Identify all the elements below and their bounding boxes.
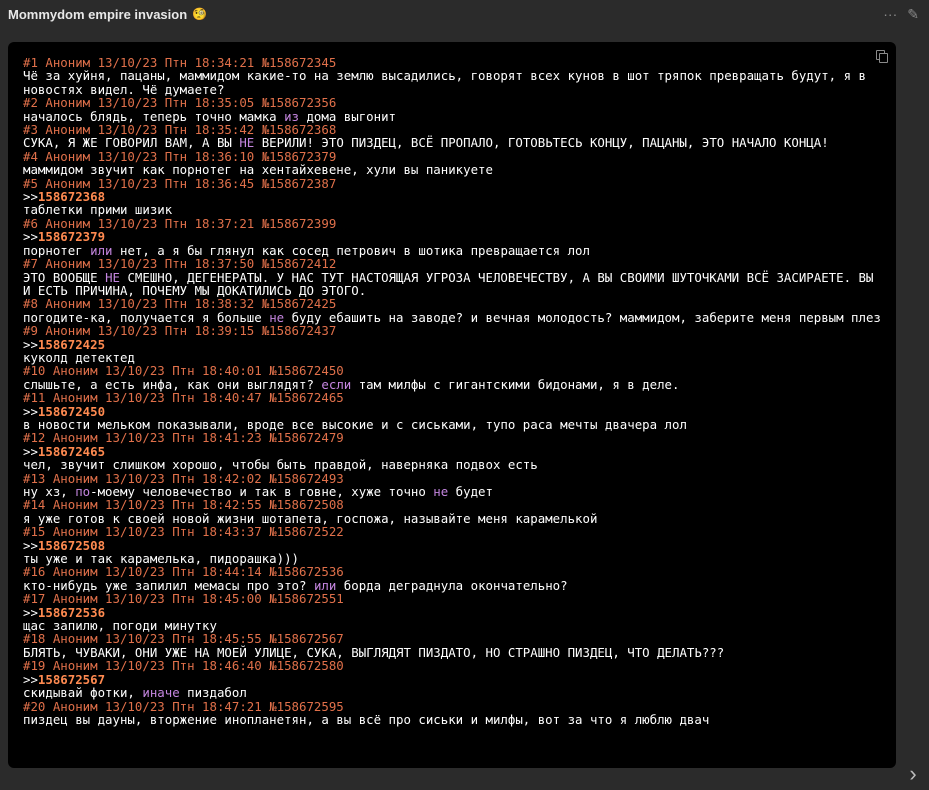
post-header-line: #13 Аноним 13/10/23 Птн 18:42:02 №158672…: [23, 470, 344, 486]
text-token: пиздабол: [179, 685, 247, 701]
edit-pencil-icon[interactable]: ✎: [907, 6, 919, 23]
text-token: там милфы с гигантскими бидонами, я в де…: [351, 376, 680, 392]
reply-link-line: >>158672450: [23, 404, 883, 418]
text-token: буду ебашить на заводе? и вечная молодос…: [284, 309, 881, 325]
more-options-icon[interactable]: ···: [883, 6, 897, 22]
post-text-line: чел, звучит слишком хорошо, чтобы быть п…: [23, 457, 538, 473]
keyword-token: не: [433, 484, 449, 499]
reply-link-line: >>158672425: [23, 337, 883, 351]
post-header-line: #14 Аноним 13/10/23 Птн 18:42:55 №158672…: [23, 497, 344, 513]
reply-link-line: >>158672567: [23, 672, 883, 686]
post-text-line: ты уже и так карамелька, пидорашка))): [23, 551, 300, 567]
post-text-line: порнотег или нет, а я бы глянул как сосе…: [23, 243, 883, 257]
reply-link-line: >>158672368: [23, 190, 883, 203]
post-text-line: пиздец вы дауны, вторжение инопланетян, …: [23, 711, 710, 727]
post-header-line: #9 Аноним 13/10/23 Птн 18:39:15 №1586724…: [23, 323, 337, 339]
post-text-line: маммидом звучит как порнотег на хентайхе…: [23, 162, 493, 178]
post-header-line: #10 Аноним 13/10/23 Птн 18:40:01 №158672…: [23, 363, 344, 379]
window-header: Mommydom empire invasion 🧐 ··· ✎: [0, 0, 929, 28]
chevron-right-icon[interactable]: ›: [903, 761, 923, 786]
post-text-line: ЭТО ВООБЩЕ НЕ СМЕШНО, ДЕГЕНЕРАТЫ. У НАС …: [23, 269, 883, 298]
post-text-line: погодите-ка, получается я больше не буду…: [23, 311, 883, 324]
post-header-line: #19 Аноним 13/10/23 Птн 18:46:40 №158672…: [23, 658, 344, 674]
post-header-line: #17 Аноним 13/10/23 Птн 18:45:00 №158672…: [23, 591, 344, 607]
post-text-line: СУКА, Я ЖЕ ГОВОРИЛ ВАМ, А ВЫ НЕ ВЕРИЛИ! …: [23, 136, 883, 149]
text-token: будет: [448, 484, 493, 499]
reply-link-line: >>158672465: [23, 445, 883, 458]
post-text-line: щас запилю, погоди минутку: [23, 618, 217, 634]
page-title-text: Mommydom empire invasion: [8, 6, 188, 22]
post-header-line: #3 Аноним 13/10/23 Птн 18:35:42 №1586723…: [23, 122, 337, 138]
post-text-line: в новости мельком показывали, вроде все …: [23, 416, 687, 432]
post-text-line: Чё за хуйня, пацаны, маммидом какие-то н…: [23, 68, 874, 97]
post-header-line: #18 Аноним 13/10/23 Птн 18:45:55 №158672…: [23, 631, 344, 647]
post-header-line: #4 Аноним 13/10/23 Птн 18:36:10 №1586723…: [23, 148, 337, 164]
monocle-emoji-icon: 🧐: [192, 7, 208, 21]
post-text-line: БЛЯТЬ, ЧУВАКИ, ОНИ УЖЕ НА МОЕЙ УЛИЦЕ, СУ…: [23, 644, 725, 660]
post-text-line: началось блядь, теперь точно мамка из до…: [23, 109, 883, 123]
text-token: борда деградну­ла окончательно?: [336, 577, 568, 593]
reply-link-line: >>158672508: [23, 538, 883, 552]
post-text-line: слышьте, а есть инфа, как они выглядят? …: [23, 378, 883, 391]
post-header-line: #11 Аноним 13/10/23 Птн 18:40:47 №158672…: [23, 390, 344, 406]
reply-link-line: >>158672536: [23, 605, 883, 619]
post-header-line: #20 Аноним 13/10/23 Птн 18:47:21 №158672…: [23, 698, 344, 714]
post-header-line: #12 Аноним 13/10/23 Птн 18:41:23 №158672…: [23, 430, 344, 446]
code-content: #1 Аноним 13/10/23 Птн 18:34:21 №1586723…: [23, 55, 883, 727]
text-token: ВЕРИЛИ! ЭТО ПИЗДЕЦ, ВСЁ ПРОПАЛО, ГОТОВЬТ…: [254, 135, 829, 151]
post-text-line: куколд детектед: [23, 349, 135, 365]
post-text-line: ну хз, по-моему человечество и так в гов…: [23, 485, 883, 498]
text-token: СМЕШНО, ДЕГЕНЕРАТЫ. У НАС ТУТ НАСТОЯЩАЯ …: [23, 269, 881, 298]
code-block[interactable]: #1 Аноним 13/10/23 Птн 18:34:21 №1586723…: [8, 42, 896, 768]
page-title: Mommydom empire invasion 🧐: [8, 7, 207, 22]
post-text-line: таблетки прими шизик: [23, 202, 173, 218]
post-header-line: #8 Аноним 13/10/23 Птн 18:38:32 №1586724…: [23, 296, 337, 312]
post-header-line: #5 Аноним 13/10/23 Птн 18:36:45 №1586723…: [23, 175, 337, 191]
keyword-token: иначе: [142, 685, 180, 701]
post-header-line: #16 Аноним 13/10/23 Птн 18:44:14 №158672…: [23, 564, 344, 580]
post-header-line: #15 Аноним 13/10/23 Птн 18:43:37 №158672…: [23, 524, 344, 540]
post-header-line: #2 Аноним 13/10/23 Птн 18:35:05 №1586723…: [23, 95, 337, 111]
text-token: скидывай фотки,: [23, 685, 143, 701]
reply-link-line: >>158672379: [23, 230, 883, 243]
post-header-line: #6 Аноним 13/10/23 Птн 18:37:21 №1586723…: [23, 215, 337, 231]
header-actions: ··· ✎: [883, 6, 919, 23]
post-text-line: я уже готов к своей новой жизни шотапета…: [23, 510, 598, 526]
post-text-line: скидывай фотки, иначе пиздабол: [23, 686, 883, 699]
post-text-line: кто-нибудь уже запилил мемасы про это? и…: [23, 579, 883, 592]
post-header-line: #7 Аноним 13/10/23 Птн 18:37:50 №1586724…: [23, 256, 337, 272]
post-header-line: #1 Аноним 13/10/23 Птн 18:34:21 №1586723…: [23, 55, 337, 70]
